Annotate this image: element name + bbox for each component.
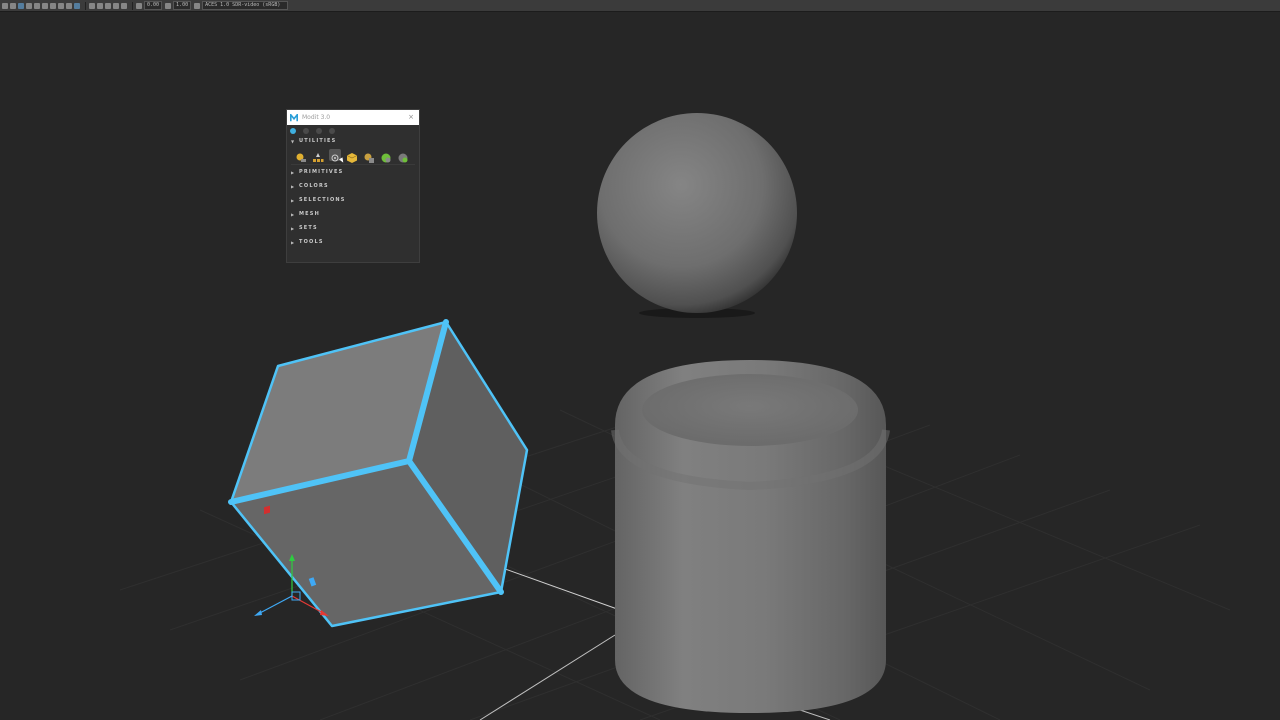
align-icon[interactable] [312,149,324,162]
cube-icon[interactable] [346,149,358,163]
panel-title: Modit 3.0 [302,114,331,121]
section-colors[interactable]: ▶ COLORS [287,179,419,193]
tab-layers-icon[interactable] [303,127,309,134]
grid-icon[interactable] [363,149,375,163]
panel-title-bar[interactable]: Modit 3.0 × [287,110,419,125]
chevron-right-icon: ▶ [291,239,295,245]
cube-object [228,319,529,628]
section-primitives[interactable]: ▶ PRIMITIVES [287,165,419,179]
section-utilities[interactable]: ▼ UTILITIES [287,136,419,146]
section-label: UTILITIES [299,138,337,144]
panel-tabs [287,125,419,136]
close-icon[interactable]: × [408,113,414,121]
cylinder-object [611,360,890,713]
section-mesh[interactable]: ▶ MESH [287,207,419,221]
chevron-right-icon: ▶ [291,197,295,203]
section-tools[interactable]: ▶ TOOLS [287,235,419,249]
green-sphere-icon[interactable] [380,149,392,163]
3d-viewport[interactable] [0,12,1280,720]
tab-home-icon[interactable] [290,127,296,134]
section-label: COLORS [299,183,329,189]
chevron-right-icon: ▶ [291,169,295,175]
tab-help-icon[interactable] [329,127,335,134]
section-label: TOOLS [299,239,324,245]
chevron-right-icon: ▶ [291,211,295,217]
section-label: MESH [299,211,320,217]
chevron-down-icon: ▼ [291,138,295,144]
sphere-object [597,113,797,318]
utilities-toolbar [287,146,419,164]
section-label: SELECTIONS [299,197,346,203]
chevron-right-icon: ▶ [291,183,295,189]
z-axis-line [479,634,616,720]
section-label: SETS [299,225,318,231]
gray-sphere-icon[interactable] [397,149,409,163]
modit-panel: Modit 3.0 × ▼ UTILITIES ▶ PRIMITIVES ▶ C… [286,109,420,263]
modit-logo-icon [290,113,298,121]
pivot-icon[interactable] [295,149,307,162]
section-sets[interactable]: ▶ SETS [287,221,419,235]
section-selections[interactable]: ▶ SELECTIONS [287,193,419,207]
tab-settings-icon[interactable] [316,127,322,134]
chevron-right-icon: ▶ [291,225,295,231]
section-label: PRIMITIVES [299,169,344,175]
scene-canvas [119,113,1231,720]
